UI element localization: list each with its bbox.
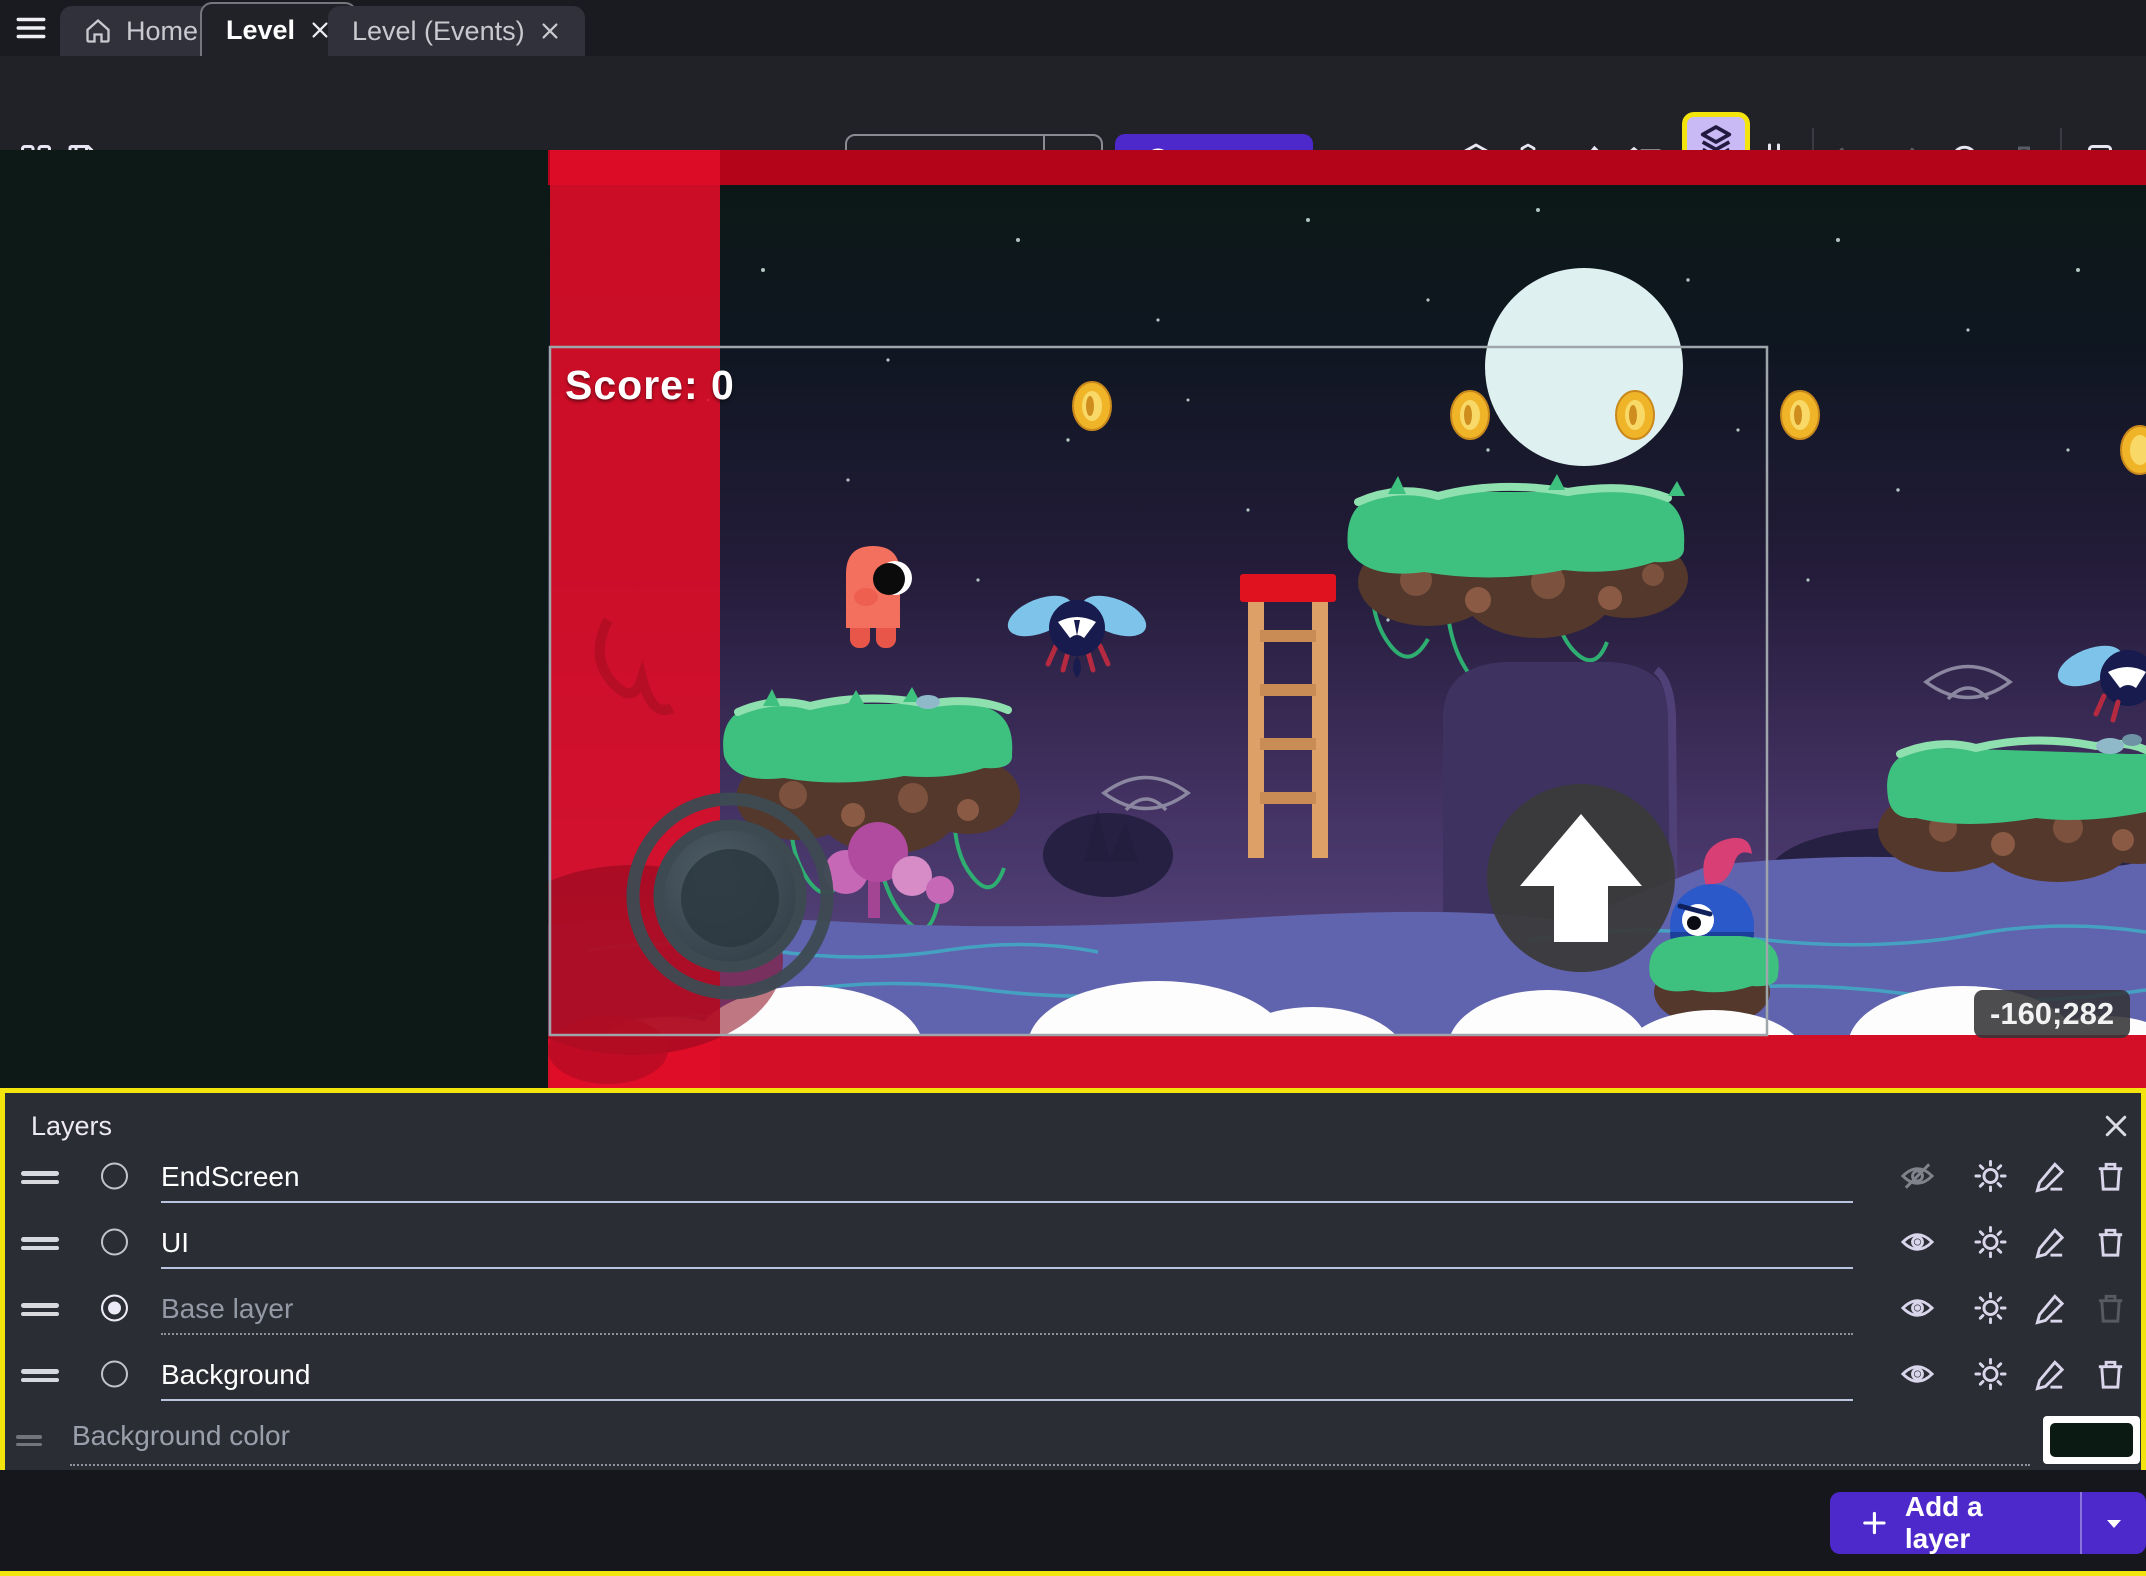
score-text-object[interactable]: Score: 0 (565, 362, 735, 409)
layers-panel-footer (0, 1470, 2146, 1571)
visibility-off-icon[interactable] (1900, 1159, 1935, 1194)
lighting-icon[interactable] (1973, 1159, 2008, 1194)
tab-home[interactable]: Home (60, 6, 222, 56)
drag-handle-icon[interactable] (21, 1233, 59, 1251)
close-icon[interactable] (539, 20, 561, 42)
top-kill-zone[interactable] (548, 150, 2146, 185)
tab-bar: Home Level Level (Events) (0, 0, 2146, 56)
visibility-on-icon[interactable] (1900, 1357, 1935, 1392)
layer-row-background: Background (5, 1341, 2146, 1407)
tab-level-events[interactable]: Level (Events) (328, 6, 585, 56)
drag-handle-icon[interactable] (21, 1365, 59, 1383)
visibility-on-icon[interactable] (1900, 1291, 1935, 1326)
edit-pencil-icon[interactable] (2033, 1291, 2068, 1326)
platform[interactable] (1878, 734, 2146, 882)
add-layer-button[interactable]: Add a layer (1830, 1492, 2146, 1554)
drag-handle-icon[interactable] (21, 1299, 59, 1317)
coin (1616, 391, 1654, 439)
layer-radio-selected[interactable] (101, 1295, 128, 1322)
joystick-control[interactable] (633, 799, 827, 993)
delete-icon[interactable] (2093, 1357, 2128, 1392)
background-color-label: Background color (72, 1420, 290, 1452)
close-icon[interactable] (2101, 1111, 2131, 1141)
background-color-swatch[interactable] (2043, 1416, 2140, 1464)
game-scene[interactable] (548, 150, 2146, 1088)
moon[interactable] (1485, 268, 1683, 466)
lighting-icon[interactable] (1973, 1225, 2008, 1260)
background-color-row: Background color (0, 1410, 2146, 1470)
tab-home-label: Home (126, 16, 198, 47)
delete-icon[interactable] (2093, 1159, 2128, 1194)
delete-icon[interactable] (2093, 1225, 2128, 1260)
edit-pencil-icon[interactable] (2033, 1159, 2068, 1194)
toolbar: Preview Publish (0, 56, 2146, 150)
layer-row-endscreen: EndScreen (5, 1143, 2146, 1209)
lighting-icon[interactable] (1973, 1357, 2008, 1392)
layer-name-field[interactable]: UI (161, 1217, 1853, 1269)
add-layer-label: Add a layer (1905, 1491, 2050, 1555)
menu-icon[interactable] (14, 11, 48, 45)
layer-row-ui: UI (5, 1209, 2146, 1275)
chevron-down-icon (2102, 1511, 2126, 1535)
coin (1781, 391, 1819, 439)
layers-panel-title: Layers (31, 1111, 112, 1142)
layer-name-field[interactable]: EndScreen (161, 1151, 1853, 1203)
home-icon (84, 17, 112, 45)
tab-level-events-label: Level (Events) (352, 16, 525, 47)
layer-name-field[interactable]: Base layer (161, 1283, 1853, 1335)
scene-editor-canvas[interactable]: Score: 0 -160;282 (0, 150, 2146, 1088)
delete-icon-disabled (2093, 1291, 2128, 1326)
tab-level-label: Level (226, 15, 295, 46)
edit-pencil-icon[interactable] (2033, 1357, 2068, 1392)
add-layer-dropdown[interactable] (2080, 1492, 2146, 1554)
drag-handle-icon (16, 1431, 54, 1449)
layer-radio[interactable] (101, 1361, 128, 1388)
cursor-coordinates-badge: -160;282 (1974, 990, 2130, 1038)
coin (1073, 382, 1111, 430)
lighting-icon[interactable] (1973, 1291, 2008, 1326)
plus-icon (1860, 1508, 1889, 1538)
background-color-underline (70, 1464, 2030, 1466)
up-arrow-button[interactable] (1487, 784, 1675, 972)
coin (1451, 391, 1489, 439)
bottom-kill-zone[interactable] (548, 1035, 2146, 1088)
swatch-color (2050, 1423, 2133, 1457)
layer-radio[interactable] (101, 1229, 128, 1256)
layer-row-base: Base layer (5, 1275, 2146, 1341)
edit-pencil-icon[interactable] (2033, 1225, 2068, 1260)
layer-name-field[interactable]: Background (161, 1349, 1853, 1401)
drag-handle-icon[interactable] (21, 1167, 59, 1185)
visibility-on-icon[interactable] (1900, 1225, 1935, 1260)
layer-radio[interactable] (101, 1163, 128, 1190)
